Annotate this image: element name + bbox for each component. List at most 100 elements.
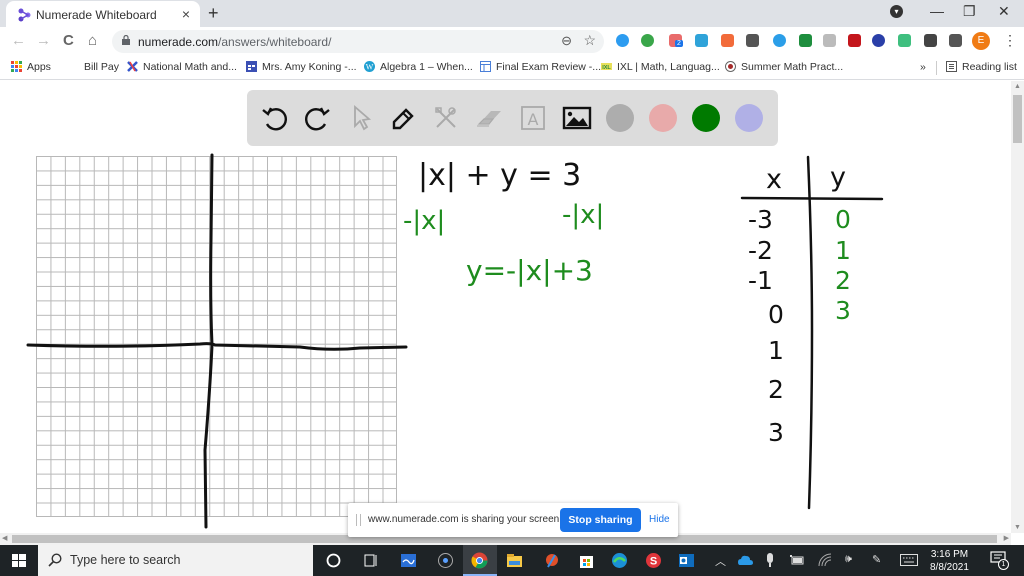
- k-ext-icon[interactable]: [872, 34, 885, 47]
- hide-sharing-bar-link[interactable]: Hide: [649, 514, 670, 525]
- taskbar-search-box[interactable]: Type here to search: [38, 545, 313, 576]
- bookmark-algebra-1[interactable]: W Algebra 1 – When...: [364, 61, 473, 73]
- sharing-message: www.numerade.com is sharing your screen.: [368, 514, 562, 525]
- eraser-icon[interactable]: [473, 102, 505, 134]
- edge-icon[interactable]: [611, 552, 628, 569]
- tools-icon[interactable]: [430, 102, 462, 134]
- vertical-scroll-thumb[interactable]: [1013, 95, 1022, 143]
- back-button[interactable]: ←: [11, 32, 26, 49]
- url-text: numerade.com/answers/whiteboard/: [138, 35, 331, 49]
- undo-icon[interactable]: [259, 102, 291, 134]
- scroll-down-icon[interactable]: ▼: [1014, 524, 1021, 531]
- system-clock[interactable]: 3:16 PM 8/8/2021: [930, 548, 969, 574]
- chrome-menu-icon[interactable]: ⋮: [1003, 32, 1017, 49]
- forward-button[interactable]: →: [36, 32, 51, 49]
- puzzle-ext-icon[interactable]: [924, 34, 937, 47]
- safari-ext-icon[interactable]: [616, 34, 629, 47]
- dim-ext-icon[interactable]: [823, 34, 836, 47]
- minimize-button[interactable]: —: [930, 3, 944, 19]
- equation-solved: y=-|x|+3: [466, 254, 593, 287]
- color-swatch-lavender[interactable]: [735, 104, 763, 132]
- bookmark-final-exam-review[interactable]: Final Exam Review -...: [480, 61, 601, 73]
- media-app-icon[interactable]: [437, 552, 454, 569]
- color-swatch-gray[interactable]: [606, 104, 634, 132]
- select-cursor-icon[interactable]: [345, 102, 377, 134]
- home-button[interactable]: ⌂: [88, 32, 97, 49]
- vertical-scrollbar[interactable]: ▲ ▼: [1011, 81, 1024, 533]
- volume-icon[interactable]: 🕪: [845, 553, 852, 566]
- stop-sharing-button[interactable]: Stop sharing: [560, 508, 641, 532]
- bookmark-star-icon[interactable]: ☆: [583, 32, 596, 49]
- action-center-button[interactable]: 1: [990, 551, 1009, 570]
- reload-button[interactable]: C: [63, 32, 74, 49]
- microsoft-store-icon[interactable]: [578, 552, 595, 569]
- table-y-value: 0: [835, 205, 851, 234]
- bookmark-national-math[interactable]: National Math and...: [127, 61, 237, 73]
- s-app-icon[interactable]: S: [645, 552, 662, 569]
- battery-icon[interactable]: [790, 555, 804, 565]
- table-header-y: y: [830, 162, 846, 193]
- bookmark-ext-icon[interactable]: [721, 34, 734, 47]
- keyboard-icon[interactable]: [900, 554, 918, 566]
- scroll-left-icon[interactable]: ◀: [2, 534, 7, 542]
- windows-start-icon[interactable]: [0, 545, 38, 576]
- table-x-value: 2: [768, 375, 784, 404]
- equation-original: |x| + y = 3: [418, 158, 582, 193]
- bookmark-label: IXL | Math, Languag...: [617, 61, 720, 73]
- redo-icon[interactable]: [301, 102, 333, 134]
- color-swatch-pink[interactable]: [649, 104, 677, 132]
- clock-time: 3:16 PM: [930, 549, 969, 560]
- bookmark-mrs-amy-koning[interactable]: Mrs. Amy Koning -...: [246, 61, 357, 73]
- close-window-button[interactable]: ✕: [998, 3, 1010, 20]
- outlook-icon[interactable]: [678, 552, 695, 569]
- bookmarks-divider: [936, 61, 937, 75]
- cast-green-ext-icon[interactable]: [799, 34, 812, 47]
- new-tab-button[interactable]: +: [208, 3, 219, 24]
- bookmark-summer-math[interactable]: Summer Math Pract...: [725, 61, 843, 73]
- scroll-up-icon[interactable]: ▲: [1014, 83, 1021, 90]
- table-x-value: 3: [768, 418, 784, 447]
- address-bar[interactable]: numerade.com/answers/whiteboard/ ⊖ ☆: [112, 30, 604, 53]
- microphone-icon[interactable]: [766, 553, 774, 567]
- diamond-ext-icon[interactable]: [773, 34, 786, 47]
- scroll-right-icon[interactable]: ▶: [1004, 534, 1009, 542]
- onedrive-icon[interactable]: [738, 554, 753, 566]
- bookmark-label: Algebra 1 – When...: [380, 61, 473, 73]
- reading-list-button[interactable]: Reading list: [946, 61, 1017, 73]
- cloud-ext-icon[interactable]: [695, 34, 708, 47]
- smile-ext-icon[interactable]: [898, 34, 911, 47]
- taskbar-chrome-active[interactable]: [463, 545, 497, 576]
- bookmark-apps[interactable]: Apps: [11, 61, 51, 73]
- text-tool-icon[interactable]: A: [517, 102, 549, 134]
- badge-ext-icon[interactable]: 2: [669, 34, 683, 47]
- profile-avatar[interactable]: E: [972, 32, 990, 50]
- bookmark-ixl[interactable]: IXL IXL | Math, Languag...: [601, 61, 720, 73]
- whiteboard-app-icon[interactable]: [400, 552, 417, 569]
- cortana-icon[interactable]: [325, 552, 342, 569]
- image-icon[interactable]: [561, 102, 593, 134]
- profile-menu-icon[interactable]: ▾: [890, 5, 903, 18]
- restore-button[interactable]: ❐: [963, 3, 976, 20]
- tab-numerade-whiteboard[interactable]: Numerade Whiteboard ×: [6, 1, 200, 28]
- pdf-ext-icon[interactable]: [848, 34, 861, 47]
- file-explorer-icon[interactable]: [506, 552, 523, 569]
- grid-ext-icon[interactable]: [746, 34, 759, 47]
- color-swatch-green[interactable]: [692, 104, 720, 132]
- numerade-logo-icon: [18, 8, 31, 22]
- plus-ext-icon[interactable]: [641, 34, 654, 47]
- bookmark-label: Bill Pay: [84, 61, 120, 73]
- show-hidden-icons[interactable]: ︿: [715, 553, 726, 569]
- svg-text:S: S: [650, 556, 657, 568]
- pen-workspace-icon[interactable]: ✎: [872, 553, 881, 566]
- snipping-tool-icon[interactable]: [543, 552, 560, 569]
- drag-handle-icon[interactable]: [356, 514, 361, 526]
- svg-text:IXL: IXL: [602, 65, 611, 71]
- bookmarks-overflow-button[interactable]: »: [920, 61, 926, 73]
- bookmark-bill-pay[interactable]: Bill Pay: [84, 61, 119, 73]
- task-view-icon[interactable]: [362, 552, 379, 569]
- zoom-out-icon[interactable]: ⊖: [561, 33, 572, 49]
- cast-ext-icon[interactable]: [949, 34, 962, 47]
- wifi-icon[interactable]: [818, 553, 832, 567]
- tab-close-icon[interactable]: ×: [182, 6, 190, 22]
- pen-icon[interactable]: [387, 102, 419, 134]
